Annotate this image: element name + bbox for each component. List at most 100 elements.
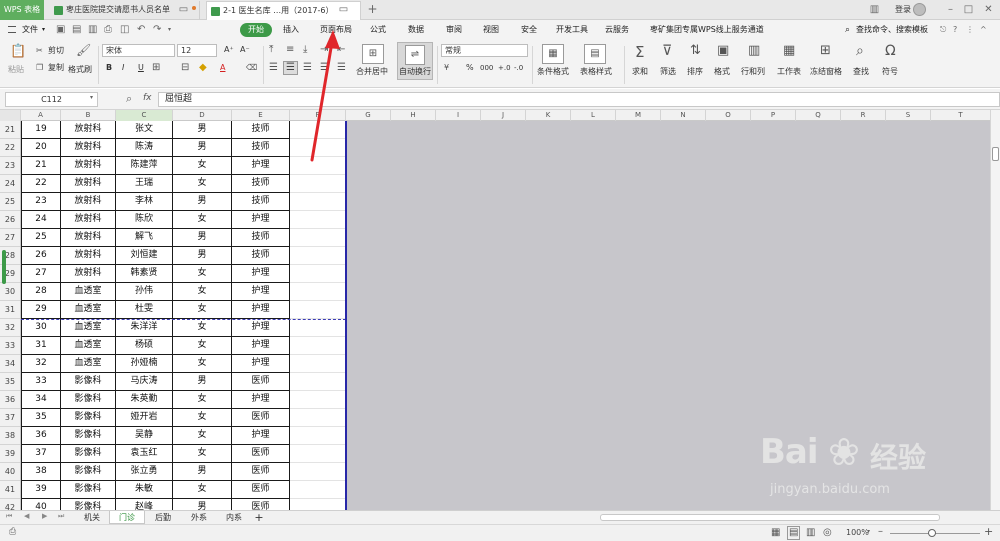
cut-button[interactable]: 剪切 bbox=[48, 45, 64, 57]
column-header-s[interactable]: S bbox=[886, 110, 931, 121]
align-left-icon[interactable]: ☰ bbox=[269, 62, 278, 74]
cell-name[interactable]: 孙伟 bbox=[116, 283, 173, 301]
cell-empty[interactable] bbox=[290, 463, 346, 481]
cell-name[interactable]: 朱洋洋 bbox=[116, 319, 173, 337]
row-header[interactable]: 31 bbox=[0, 301, 20, 319]
row-header[interactable]: 23 bbox=[0, 157, 20, 175]
vertical-scrollbar[interactable] bbox=[990, 110, 1000, 510]
cell-name[interactable]: 解飞 bbox=[116, 229, 173, 247]
underline-button[interactable]: U bbox=[138, 62, 144, 74]
macro-record-icon[interactable]: ⎙ bbox=[9, 527, 16, 537]
next-sheet-icon[interactable]: ▶ bbox=[42, 512, 47, 520]
cell-gender[interactable]: 女 bbox=[173, 337, 232, 355]
cell-index[interactable]: 21 bbox=[21, 157, 61, 175]
sort-icon[interactable]: ⇅ bbox=[690, 43, 701, 58]
row-header[interactable]: 27 bbox=[0, 229, 20, 247]
justify-icon[interactable]: ☰ bbox=[320, 62, 329, 74]
cell-gender[interactable]: 男 bbox=[173, 121, 232, 139]
font-size-select[interactable]: 12 bbox=[177, 44, 217, 57]
cell-name[interactable]: 李林 bbox=[116, 193, 173, 211]
cell-gender[interactable]: 男 bbox=[173, 139, 232, 157]
find-icon[interactable]: ⌕ bbox=[856, 43, 864, 59]
conditional-format-icon[interactable]: ▦ bbox=[542, 44, 564, 64]
sheet-tab-5[interactable]: 内系 bbox=[217, 511, 251, 524]
row-header[interactable]: 37 bbox=[0, 409, 20, 427]
column-header-m[interactable]: M bbox=[616, 110, 661, 121]
cell-department[interactable]: 影像科 bbox=[61, 373, 116, 391]
zoom-slider-thumb[interactable] bbox=[928, 529, 936, 537]
column-header-p[interactable]: P bbox=[751, 110, 796, 121]
column-header-r[interactable]: R bbox=[841, 110, 886, 121]
page-layout-view-icon[interactable]: ▥ bbox=[806, 527, 815, 538]
cell-empty[interactable] bbox=[290, 481, 346, 499]
column-header-o[interactable]: O bbox=[706, 110, 751, 121]
row-col-icon[interactable]: ▥ bbox=[748, 43, 760, 58]
zoom-in-button[interactable]: + bbox=[984, 525, 993, 538]
cell-empty[interactable] bbox=[290, 265, 346, 283]
percent-button[interactable]: % bbox=[466, 62, 474, 74]
cell-name[interactable]: 王瑞 bbox=[116, 175, 173, 193]
cell-role[interactable]: 护理 bbox=[232, 337, 290, 355]
cell-role[interactable]: 医师 bbox=[232, 445, 290, 463]
cell-index[interactable]: 20 bbox=[21, 139, 61, 157]
cell-name[interactable]: 孙娅楠 bbox=[116, 355, 173, 373]
row-header[interactable]: 21 bbox=[0, 121, 20, 139]
currency-icon[interactable]: ¥ bbox=[444, 62, 449, 74]
italic-button[interactable]: I bbox=[122, 62, 124, 74]
filter-icon[interactable]: ⊽ bbox=[662, 43, 672, 59]
tab-page-layout[interactable]: 页面布局 bbox=[320, 20, 352, 40]
tab-start[interactable]: 开始 bbox=[240, 23, 272, 37]
quick-preview-icon[interactable]: ◫ bbox=[120, 20, 129, 40]
row-header[interactable]: 25 bbox=[0, 193, 20, 211]
bold-button[interactable]: B bbox=[106, 62, 112, 74]
row-header[interactable]: 38 bbox=[0, 427, 20, 445]
cell-empty[interactable] bbox=[290, 427, 346, 445]
sheet-tab-1[interactable]: 机关 bbox=[75, 511, 109, 524]
cell-empty[interactable] bbox=[290, 283, 346, 301]
worksheet-button[interactable]: 工作表 bbox=[777, 66, 801, 78]
cell-name[interactable]: 朱敏 bbox=[116, 481, 173, 499]
cell-empty[interactable] bbox=[290, 211, 346, 229]
cell-department[interactable]: 血透室 bbox=[61, 319, 116, 337]
column-header-b[interactable]: B bbox=[61, 110, 116, 121]
font-shrink-button[interactable]: A⁻ bbox=[240, 44, 250, 56]
align-right-icon[interactable]: ☰ bbox=[303, 62, 312, 74]
align-center-icon[interactable]: ☰ bbox=[283, 61, 298, 75]
cell-department[interactable]: 放射科 bbox=[61, 229, 116, 247]
column-header-j[interactable]: J bbox=[481, 110, 526, 121]
redo-icon[interactable]: ↷ bbox=[153, 20, 161, 40]
cell-department[interactable]: 放射科 bbox=[61, 175, 116, 193]
horizontal-scrollbar[interactable] bbox=[600, 514, 940, 521]
formula-input[interactable]: 屈恒超 bbox=[158, 92, 1000, 107]
decrease-decimal-button[interactable]: -.0 bbox=[514, 62, 523, 74]
cell-name[interactable]: 赵峰 bbox=[116, 499, 173, 510]
first-sheet-icon[interactable]: ⏮ bbox=[6, 512, 12, 521]
cell-role[interactable]: 技师 bbox=[232, 121, 290, 139]
cell-gender[interactable]: 女 bbox=[173, 211, 232, 229]
login-link[interactable]: 登录 bbox=[895, 4, 911, 15]
cell-empty[interactable] bbox=[290, 157, 346, 175]
cell-index[interactable]: 38 bbox=[21, 463, 61, 481]
cell-gender[interactable]: 男 bbox=[173, 499, 232, 510]
cell-department[interactable]: 放射科 bbox=[61, 157, 116, 175]
share-icon[interactable]: ⎋ bbox=[940, 20, 946, 40]
cell-name[interactable]: 刘恒建 bbox=[116, 247, 173, 265]
column-header-t[interactable]: T bbox=[931, 110, 990, 121]
row-header[interactable]: 32 bbox=[0, 319, 20, 337]
column-header-k[interactable]: K bbox=[526, 110, 571, 121]
cell-name[interactable]: 杨硕 bbox=[116, 337, 173, 355]
cell-name[interactable]: 袁玉红 bbox=[116, 445, 173, 463]
select-all-corner[interactable] bbox=[0, 110, 21, 121]
tab-cloud[interactable]: 云服务 bbox=[605, 20, 629, 40]
filter-button[interactable]: 筛选 bbox=[660, 66, 676, 78]
close-button[interactable]: ✕ bbox=[982, 3, 995, 16]
cell-index[interactable]: 19 bbox=[21, 121, 61, 139]
sheet-tab-3[interactable]: 后勤 bbox=[145, 511, 181, 524]
add-sheet-button[interactable]: + bbox=[252, 511, 266, 524]
skin-icon[interactable]: ▥ bbox=[868, 3, 881, 16]
paste-icon[interactable]: 📋 bbox=[10, 44, 26, 59]
cell-empty[interactable] bbox=[290, 139, 346, 157]
column-header-g[interactable]: G bbox=[346, 110, 391, 121]
row-header[interactable]: 34 bbox=[0, 355, 20, 373]
cell-index[interactable]: 34 bbox=[21, 391, 61, 409]
